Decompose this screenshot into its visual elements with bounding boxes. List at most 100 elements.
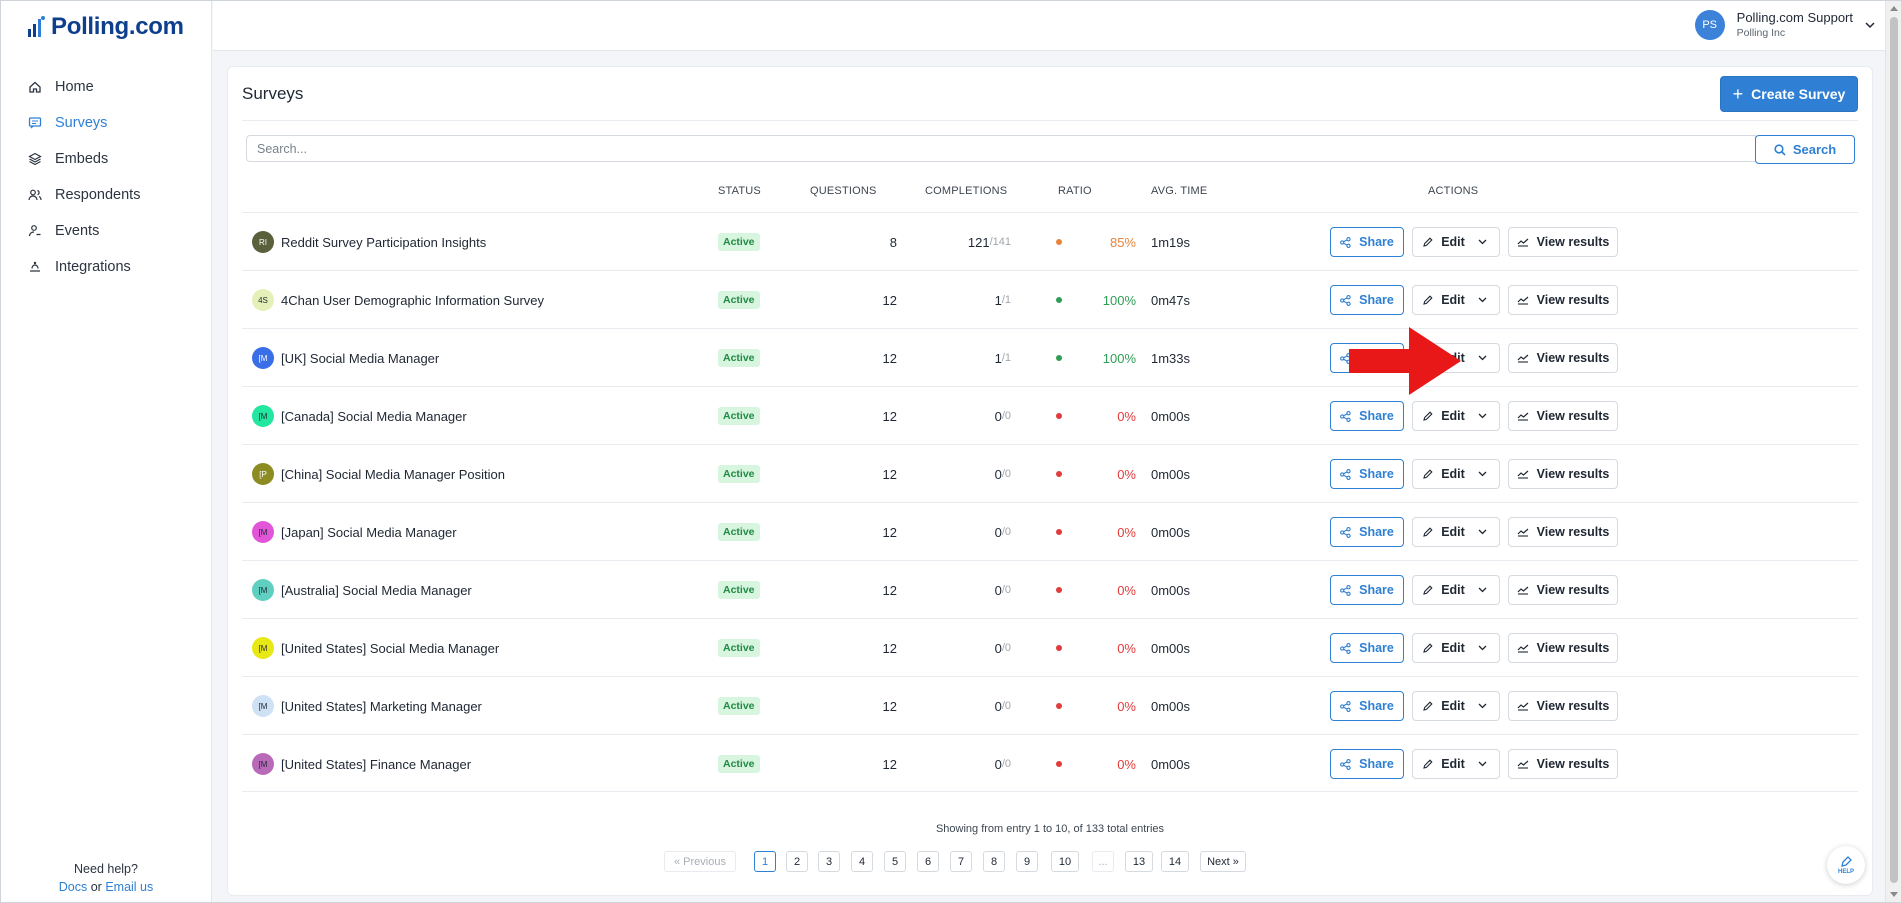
table-row[interactable]: [M [Japan] Social Media Manager Active 12 0/… [242,502,1858,560]
page-button-9[interactable]: 9 [1016,851,1038,872]
survey-name[interactable]: 4Chan User Demographic Information Surve… [281,293,544,308]
sidebar-item-integrations[interactable]: Integrations [1,249,211,285]
view-results-button[interactable]: View results [1508,517,1618,547]
share-button[interactable]: Share [1330,517,1404,547]
sidebar-item-respondents[interactable]: Respondents [1,177,211,213]
edit-dropdown-button[interactable] [1474,227,1500,257]
survey-name[interactable]: [UK] Social Media Manager [281,351,439,366]
page-button-8[interactable]: 8 [983,851,1005,872]
view-results-button[interactable]: View results [1508,343,1618,373]
edit-dropdown-button[interactable] [1474,459,1500,489]
table-row[interactable]: [M [United States] Finance Manager Active 1… [242,734,1858,792]
edit-button[interactable]: Edit [1412,575,1475,605]
edit-button[interactable]: Edit [1412,401,1475,431]
share-button[interactable]: Share [1330,575,1404,605]
edit-dropdown-button[interactable] [1474,285,1500,315]
share-button[interactable]: Share [1330,459,1404,489]
sidebar-item-surveys[interactable]: Surveys [1,105,211,141]
table-row[interactable]: [M [Australia] Social Media Manager Active… [242,560,1858,618]
survey-name-cell[interactable]: [M [United States] Finance Manager [252,735,471,793]
survey-name-cell[interactable]: [M [United States] Marketing Manager [252,677,482,735]
survey-name[interactable]: [United States] Marketing Manager [281,699,482,714]
survey-name[interactable]: [China] Social Media Manager Position [281,467,505,482]
view-results-button[interactable]: View results [1508,633,1618,663]
view-results-button[interactable]: View results [1508,401,1618,431]
docs-link[interactable]: Docs [59,880,87,894]
page-button-14[interactable]: 14 [1161,851,1189,872]
survey-name[interactable]: [Australia] Social Media Manager [281,583,472,598]
table-row[interactable]: RI Reddit Survey Participation Insights Ac… [242,212,1858,270]
survey-name-cell[interactable]: [M [Canada] Social Media Manager [252,387,467,445]
edit-button[interactable]: Edit [1412,633,1475,663]
survey-name-cell[interactable]: [M [UK] Social Media Manager [252,329,439,387]
survey-name-cell[interactable]: 4S 4Chan User Demographic Information Sur… [252,271,544,329]
header-completions[interactable]: COMPLETIONS [925,185,1007,197]
table-row[interactable]: 4S 4Chan User Demographic Information Sur… [242,270,1858,328]
survey-name-cell[interactable]: [P [China] Social Media Manager Position [252,445,505,503]
sidebar-item-embeds[interactable]: Embeds [1,141,211,177]
page-button-13[interactable]: 13 [1125,851,1153,872]
share-button[interactable]: Share [1330,401,1404,431]
share-button[interactable]: Share [1330,691,1404,721]
edit-button[interactable]: Edit [1412,227,1475,257]
survey-name-cell[interactable]: [M [United States] Social Media Manager [252,619,499,677]
share-button[interactable]: Share [1330,227,1404,257]
page-button-1[interactable]: 1 [754,851,776,872]
edit-dropdown-button[interactable] [1474,343,1500,373]
edit-dropdown-button[interactable] [1474,749,1500,779]
edit-dropdown-button[interactable] [1474,691,1500,721]
survey-name[interactable]: Reddit Survey Participation Insights [281,235,486,250]
next-page-button[interactable]: Next » [1200,851,1246,872]
page-button-6[interactable]: 6 [917,851,939,872]
share-button[interactable]: Share [1330,285,1404,315]
page-button-7[interactable]: 7 [950,851,972,872]
survey-name-cell[interactable]: [M [Australia] Social Media Manager [252,561,472,619]
edit-dropdown-button[interactable] [1474,633,1500,663]
scroll-down-arrow[interactable] [1890,892,1898,897]
survey-name[interactable]: [United States] Social Media Manager [281,641,499,656]
survey-name[interactable]: [United States] Finance Manager [281,757,471,772]
search-input[interactable] [246,135,1756,162]
table-row[interactable]: [P [China] Social Media Manager Position A… [242,444,1858,502]
header-avg-time[interactable]: AVG. TIME [1151,185,1207,197]
header-ratio[interactable]: RATIO [1058,185,1092,197]
email-link[interactable]: Email us [105,880,153,894]
edit-button[interactable]: Edit [1412,285,1475,315]
edit-button[interactable]: Edit [1412,691,1475,721]
view-results-button[interactable]: View results [1508,285,1618,315]
table-row[interactable]: [M [United States] Social Media Manager Ac… [242,618,1858,676]
page-button-10[interactable]: 10 [1051,851,1079,872]
page-button-4[interactable]: 4 [851,851,873,872]
share-button[interactable]: Share [1330,749,1404,779]
survey-name-cell[interactable]: [M [Japan] Social Media Manager [252,503,457,561]
view-results-button[interactable]: View results [1508,459,1618,489]
previous-page-button[interactable]: « Previous [664,851,736,872]
survey-name[interactable]: [Japan] Social Media Manager [281,525,457,540]
header-questions[interactable]: QUESTIONS [810,185,877,197]
logo[interactable]: Polling.com [27,13,184,41]
edit-button[interactable]: Edit [1412,517,1475,547]
edit-dropdown-button[interactable] [1474,575,1500,605]
user-menu[interactable]: PS Polling.com Support Polling Inc [1694,10,1875,40]
header-status[interactable]: STATUS [718,185,761,197]
page-button-5[interactable]: 5 [884,851,906,872]
view-results-button[interactable]: View results [1508,749,1618,779]
page-button-3[interactable]: 3 [818,851,840,872]
survey-name-cell[interactable]: RI Reddit Survey Participation Insights [252,213,486,271]
survey-name[interactable]: [Canada] Social Media Manager [281,409,467,424]
edit-dropdown-button[interactable] [1474,401,1500,431]
search-button[interactable]: Search [1755,135,1855,164]
sidebar-item-events[interactable]: Events [1,213,211,249]
view-results-button[interactable]: View results [1508,691,1618,721]
view-results-button[interactable]: View results [1508,227,1618,257]
page-button-2[interactable]: 2 [786,851,808,872]
edit-dropdown-button[interactable] [1474,517,1500,547]
edit-button[interactable]: Edit [1412,459,1475,489]
create-survey-button[interactable]: + Create Survey [1720,76,1858,112]
edit-button[interactable]: Edit [1412,749,1475,779]
share-button[interactable]: Share [1330,633,1404,663]
help-bubble[interactable]: HELP [1827,846,1865,884]
table-row[interactable]: [M [United States] Marketing Manager Activ… [242,676,1858,734]
table-row[interactable]: [M [UK] Social Media Manager Active 12 1/1 10… [242,328,1858,386]
view-results-button[interactable]: View results [1508,575,1618,605]
